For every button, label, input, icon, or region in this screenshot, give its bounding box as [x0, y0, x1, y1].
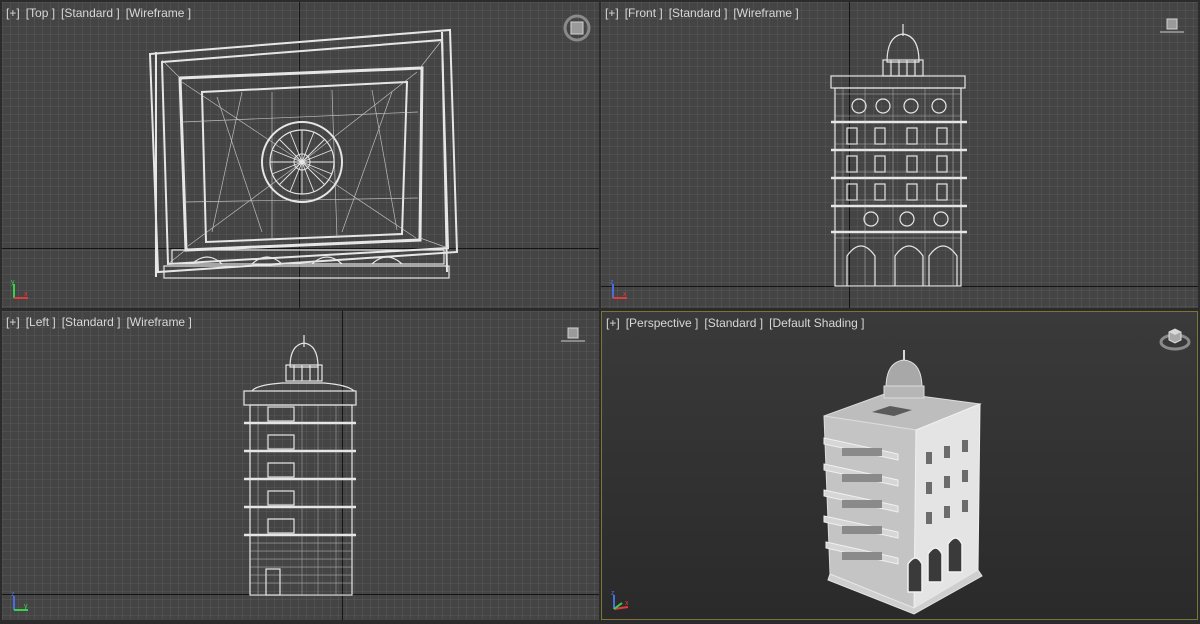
- axis-tripod-icon: z x: [611, 590, 629, 610]
- axis-tripod-icon: y x: [11, 279, 28, 299]
- render-mode-button[interactable]: [Standard ]: [704, 316, 763, 330]
- viewcube-ortho-icon[interactable]: [1159, 18, 1185, 36]
- svg-text:z: z: [611, 590, 615, 597]
- viewcube-ortho-icon[interactable]: [560, 327, 586, 345]
- shading-mode-button[interactable]: [Default Shading ]: [769, 316, 864, 330]
- viewport-menu-button[interactable]: [+]: [605, 6, 619, 20]
- building-front-wireframe: [830, 24, 967, 287]
- shading-mode-button[interactable]: [Wireframe ]: [126, 315, 191, 329]
- view-name-button[interactable]: [Perspective ]: [626, 316, 699, 330]
- shading-mode-button[interactable]: [Wireframe ]: [126, 6, 191, 20]
- svg-text:x: x: [24, 291, 28, 298]
- axis-tripod-icon: z x: [610, 279, 627, 299]
- svg-text:x: x: [623, 291, 627, 298]
- viewport-perspective-label: [+] [Perspective ] [Standard ] [Default …: [606, 316, 865, 330]
- svg-text:z: z: [11, 591, 15, 598]
- svg-text:z: z: [610, 279, 614, 286]
- view-name-button[interactable]: [Top ]: [26, 6, 55, 20]
- viewport-perspective[interactable]: [+] [Perspective ] [Standard ] [Default …: [601, 311, 1198, 620]
- view-name-button[interactable]: [Front ]: [625, 6, 663, 20]
- viewport-left[interactable]: [+] [Left ] [Standard ] [Wireframe ] z y: [2, 311, 599, 620]
- svg-text:y: y: [11, 279, 15, 286]
- view-name-button[interactable]: [Left ]: [26, 315, 56, 329]
- viewcube-perspective-icon[interactable]: [1159, 324, 1191, 352]
- viewport-front-label: [+] [Front ] [Standard ] [Wireframe ]: [605, 6, 799, 20]
- viewport-front[interactable]: [+] [Front ] [Standard ] [Wireframe ] z …: [601, 2, 1198, 308]
- viewport-top[interactable]: [+] [Top ] [Standard ] [Wireframe ] y x: [2, 2, 599, 308]
- viewport-menu-button[interactable]: [+]: [6, 315, 20, 329]
- building-left-wireframe: [243, 335, 357, 596]
- viewport-top-label: [+] [Top ] [Standard ] [Wireframe ]: [6, 6, 191, 20]
- viewport-menu-button[interactable]: [+]: [6, 6, 20, 20]
- building-perspective-shaded: [823, 350, 983, 615]
- viewcube-top-icon[interactable]: [563, 14, 591, 42]
- svg-text:x: x: [625, 600, 629, 607]
- svg-text:y: y: [24, 603, 28, 610]
- render-mode-button[interactable]: [Standard ]: [61, 6, 120, 20]
- building-top-wireframe: [148, 28, 459, 279]
- render-mode-button[interactable]: [Standard ]: [669, 6, 728, 20]
- shading-mode-button[interactable]: [Wireframe ]: [733, 6, 798, 20]
- render-mode-button[interactable]: [Standard ]: [62, 315, 121, 329]
- viewport-left-label: [+] [Left ] [Standard ] [Wireframe ]: [6, 315, 192, 329]
- viewport-menu-button[interactable]: [+]: [606, 316, 620, 330]
- axis-tripod-icon: z y: [11, 591, 28, 611]
